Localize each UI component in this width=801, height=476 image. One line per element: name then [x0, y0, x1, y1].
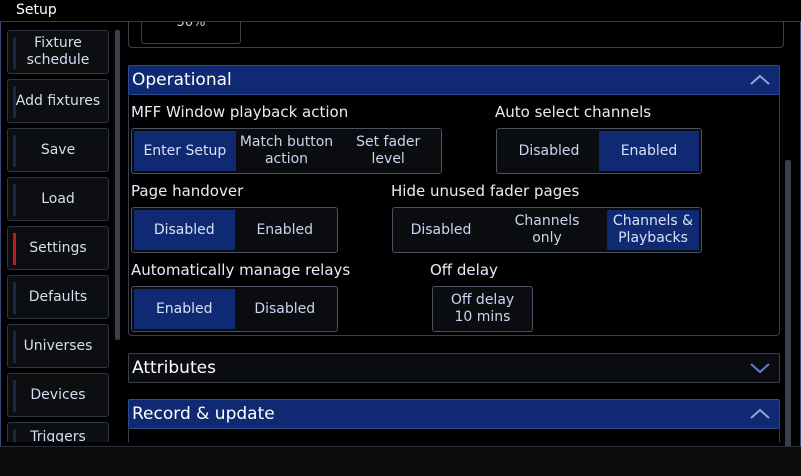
option-disabled[interactable]: Disabled	[134, 210, 235, 250]
sidebar-item-indicator	[13, 37, 16, 69]
sidebar-item-indicator	[13, 380, 16, 412]
hide-unused-selector: Disabled Channels only Channels & Playba…	[392, 207, 702, 253]
sidebar-item-active-indicator	[13, 233, 16, 265]
sidebar-scrollbar[interactable]	[115, 30, 120, 340]
sidebar-item-indicator	[13, 184, 16, 216]
section-header-attributes[interactable]: Attributes	[128, 353, 780, 383]
mff-window-selector: Enter Setup Match button action Set fade…	[131, 128, 442, 174]
sidebar-item-label: Settings	[29, 239, 87, 256]
option-set-fader-level[interactable]: Set fader level	[337, 131, 439, 171]
sidebar-item-indicator	[13, 86, 16, 118]
sidebar-item-label: Devices	[30, 386, 86, 403]
sidebar-item-label: Load	[41, 190, 75, 207]
sidebar-item-fixture-schedule[interactable]: Fixture schedule	[7, 30, 109, 74]
sidebar-item-triggers[interactable]: Triggers	[7, 422, 109, 442]
option-channels-only[interactable]: Channels only	[487, 210, 607, 250]
section-header-record-update[interactable]: Record & update	[128, 399, 780, 429]
sidebar-item-defaults[interactable]: Defaults	[7, 275, 109, 319]
title-bar: Setup	[0, 0, 801, 22]
off-delay-value: Off delay 10 mins	[450, 292, 515, 325]
mff-window-label: MFF Window playback action	[131, 103, 349, 121]
sidebar-item-label: Save	[40, 141, 76, 158]
page-handover-selector: Disabled Enabled	[131, 207, 338, 253]
sidebar-item-label: Triggers	[30, 429, 86, 442]
sidebar-item-indicator	[13, 135, 16, 167]
manage-relays-selector: Enabled Disabled	[131, 286, 338, 332]
off-delay-button[interactable]: Off delay 10 mins	[432, 286, 533, 332]
sidebar-item-universes[interactable]: Universes	[7, 324, 109, 368]
option-enabled[interactable]: Enabled	[599, 131, 699, 171]
sidebar-item-add-fixtures[interactable]: Add fixtures	[7, 79, 109, 123]
sidebar-item-label: Defaults	[28, 288, 88, 305]
chevron-up-icon	[750, 408, 770, 419]
sidebar-item-devices[interactable]: Devices	[7, 373, 109, 417]
section-body-record-update	[128, 429, 780, 442]
section-title: Attributes	[132, 358, 216, 378]
sidebar-item-save[interactable]: Save	[7, 128, 109, 172]
chevron-down-icon	[750, 363, 770, 374]
option-enabled[interactable]: Enabled	[235, 210, 336, 250]
option-enter-setup[interactable]: Enter Setup	[134, 131, 236, 171]
settings-content: 50% Operational MFF Window playback acti…	[122, 22, 790, 442]
sidebar: Fixture schedule Add fixtures Save Load …	[7, 30, 111, 442]
window-title: Setup	[16, 2, 57, 18]
sidebar-item-indicator	[13, 429, 16, 442]
section-title: Record & update	[132, 404, 275, 424]
option-channels-and-playbacks[interactable]: Channels & Playbacks	[607, 210, 699, 250]
sidebar-item-load[interactable]: Load	[7, 177, 109, 221]
auto-select-label: Auto select channels	[495, 103, 652, 121]
sidebar-item-label: Universes	[23, 337, 93, 354]
manage-relays-label: Automatically manage relays	[131, 261, 351, 279]
content-scrollbar[interactable]	[785, 160, 791, 450]
section-header-operational[interactable]: Operational	[128, 65, 780, 95]
section-title: Operational	[132, 70, 232, 90]
previous-value-button[interactable]: 50%	[141, 22, 241, 44]
off-delay-label: Off delay	[430, 261, 498, 279]
bottom-bar	[0, 446, 801, 476]
sidebar-item-settings[interactable]: Settings	[7, 226, 109, 270]
option-disabled[interactable]: Disabled	[395, 210, 487, 250]
sidebar-item-label: Fixture schedule	[26, 35, 90, 68]
option-disabled[interactable]: Disabled	[499, 131, 599, 171]
page-handover-label: Page handover	[131, 182, 244, 200]
option-match-button-action[interactable]: Match button action	[236, 131, 338, 171]
sidebar-item-label: Add fixtures	[15, 92, 101, 109]
previous-section-body: 50%	[128, 22, 784, 48]
sidebar-item-indicator	[13, 331, 16, 363]
chevron-up-icon	[750, 74, 770, 85]
option-disabled[interactable]: Disabled	[235, 289, 336, 329]
option-enabled[interactable]: Enabled	[134, 289, 235, 329]
auto-select-selector: Disabled Enabled	[496, 128, 702, 174]
previous-value: 50%	[176, 22, 206, 30]
sidebar-item-indicator	[13, 282, 16, 314]
hide-unused-label: Hide unused fader pages	[391, 182, 580, 200]
